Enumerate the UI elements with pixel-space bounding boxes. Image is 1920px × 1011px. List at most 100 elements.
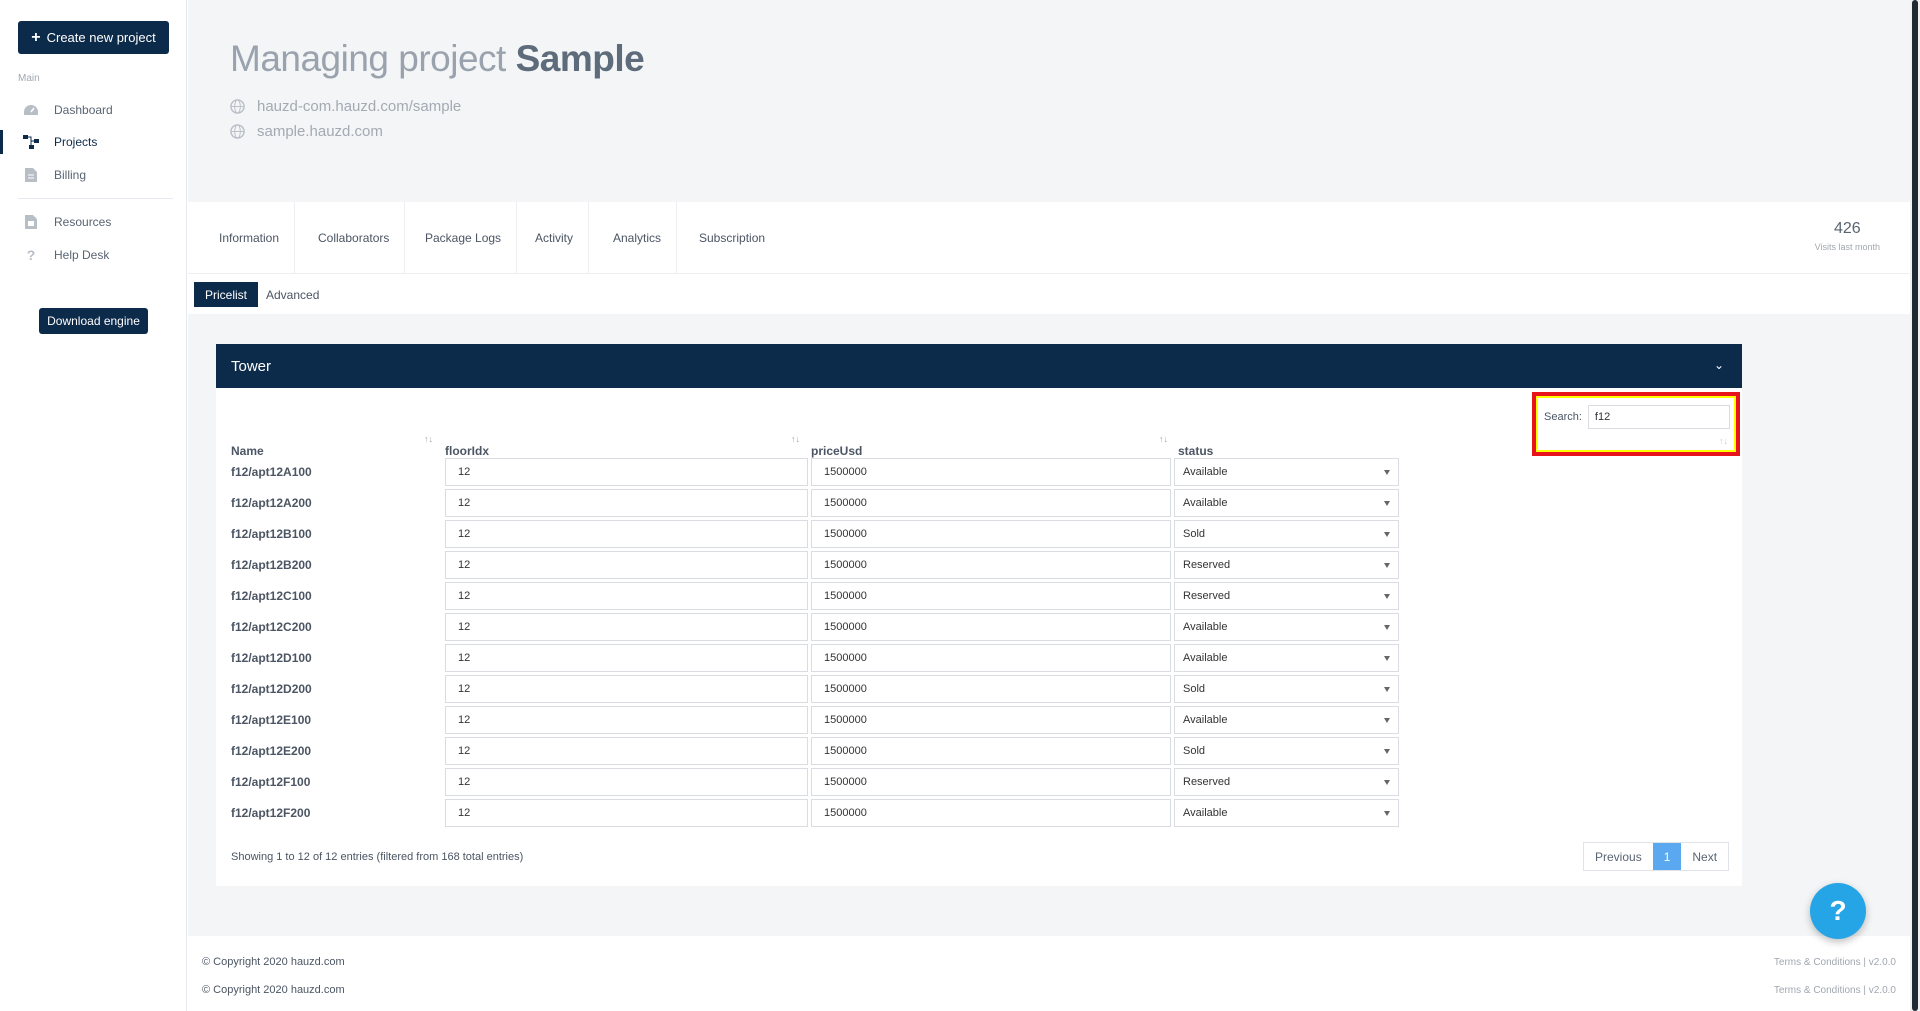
caret-down-icon: [1384, 470, 1390, 475]
status-select[interactable]: Reserved: [1174, 768, 1399, 796]
section-label: Main: [18, 73, 40, 84]
sort-arrows-icon[interactable]: ↑↓: [1159, 434, 1168, 444]
page-button[interactable]: 1: [1652, 843, 1682, 870]
table-row: f12/apt12A100 12 1500000 Available: [216, 456, 1742, 487]
copyright-text: © Copyright 2020 hauzd.com: [202, 956, 345, 968]
floor-input[interactable]: 12: [445, 644, 808, 672]
price-input[interactable]: 1500000: [811, 489, 1171, 517]
tab-subscription[interactable]: Subscription: [684, 202, 780, 274]
status-select[interactable]: Sold: [1174, 737, 1399, 765]
search-input[interactable]: [1587, 405, 1730, 429]
dashboard-icon: [20, 103, 42, 117]
status-select[interactable]: Available: [1174, 799, 1399, 827]
sidebar-item-projects[interactable]: Projects: [0, 127, 187, 157]
project-url[interactable]: sample.hauzd.com: [230, 123, 383, 140]
panel-header[interactable]: Tower ⌄: [216, 344, 1742, 388]
subtab-pricelist[interactable]: Pricelist: [194, 282, 259, 307]
floor-input[interactable]: 12: [445, 768, 808, 796]
project-url[interactable]: hauzd-com.hauzd.com/sample: [230, 98, 461, 115]
price-input[interactable]: 1500000: [811, 737, 1171, 765]
sidebar-item-billing[interactable]: Billing: [0, 160, 187, 190]
price-input[interactable]: 1500000: [811, 768, 1171, 796]
table-row: f12/apt12E200 12 1500000 Sold: [216, 735, 1742, 766]
unit-name: f12/apt12C100: [231, 589, 312, 603]
unit-name: f12/apt12C200: [231, 620, 312, 634]
status-select[interactable]: Sold: [1174, 520, 1399, 548]
caret-down-icon: [1384, 501, 1390, 506]
status-value: Available: [1183, 652, 1228, 664]
status-select[interactable]: Reserved: [1174, 582, 1399, 610]
terms-link[interactable]: Terms & Conditions | v2.0.0: [1774, 957, 1896, 968]
question-icon: ?: [26, 247, 36, 263]
sidebar-item-label: Help Desk: [54, 248, 110, 262]
previous-page-button[interactable]: Previous: [1584, 843, 1653, 870]
floor-input[interactable]: 12: [445, 582, 808, 610]
scrollbar-thumb[interactable]: [1912, 0, 1918, 1011]
download-engine-button[interactable]: Download engine: [39, 308, 148, 334]
tab-analytics[interactable]: Analytics: [598, 202, 678, 274]
pricelist-panel: Tower ⌄ Search: ↑↓ ↑↓ ↑↓ ↑↓ Name floorId…: [216, 344, 1742, 886]
unit-name: f12/apt12D200: [231, 682, 312, 696]
visits-label: Visits last month: [1814, 242, 1880, 252]
floor-input[interactable]: 12: [445, 799, 808, 827]
tab-package-logs[interactable]: Package Logs: [410, 202, 518, 274]
unit-name: f12/apt12E200: [231, 744, 312, 758]
floor-input[interactable]: 12: [445, 706, 808, 734]
caret-down-icon: [1384, 687, 1390, 692]
price-input[interactable]: 1500000: [811, 458, 1171, 486]
floor-input[interactable]: 12: [445, 551, 808, 579]
tab-collaborators[interactable]: Collaborators: [303, 202, 406, 274]
status-select[interactable]: Available: [1174, 613, 1399, 641]
sidebar-item-dashboard[interactable]: Dashboard: [0, 95, 187, 125]
status-select[interactable]: Available: [1174, 644, 1399, 672]
sort-arrows-icon[interactable]: ↑↓: [424, 434, 433, 444]
url-text: hauzd-com.hauzd.com/sample: [257, 98, 462, 115]
table-row: f12/apt12C100 12 1500000 Reserved: [216, 580, 1742, 611]
tab-information[interactable]: Information: [204, 202, 296, 274]
unit-name: f12/apt12A200: [231, 496, 312, 510]
status-select[interactable]: Available: [1174, 706, 1399, 734]
status-select[interactable]: Sold: [1174, 675, 1399, 703]
floor-input[interactable]: 12: [445, 458, 808, 486]
panel-title: Tower: [231, 357, 272, 375]
unit-name: f12/apt12E100: [231, 713, 312, 727]
terms-link[interactable]: Terms & Conditions | v2.0.0: [1774, 985, 1896, 996]
next-page-button[interactable]: Next: [1681, 843, 1728, 870]
status-select[interactable]: Reserved: [1174, 551, 1399, 579]
create-project-button[interactable]: + Create new project: [18, 21, 169, 54]
price-input[interactable]: 1500000: [811, 706, 1171, 734]
table-row: f12/apt12A200 12 1500000 Available: [216, 487, 1742, 518]
floor-input[interactable]: 12: [445, 520, 808, 548]
floor-input[interactable]: 12: [445, 737, 808, 765]
create-project-label: Create new project: [46, 30, 156, 45]
status-value: Available: [1183, 621, 1228, 633]
price-input[interactable]: 1500000: [811, 644, 1171, 672]
price-input[interactable]: 1500000: [811, 613, 1171, 641]
price-input[interactable]: 1500000: [811, 799, 1171, 827]
table-row: f12/apt12B200 12 1500000 Reserved: [216, 549, 1742, 580]
status-value: Sold: [1183, 745, 1206, 757]
price-input[interactable]: 1500000: [811, 582, 1171, 610]
chevron-down-icon[interactable]: ⌄: [1714, 358, 1724, 372]
sort-arrows-icon[interactable]: ↑↓: [791, 434, 800, 444]
floor-input[interactable]: 12: [445, 613, 808, 641]
help-button[interactable]: ?: [1810, 883, 1866, 939]
sidebar-item-resources[interactable]: Resources: [0, 207, 187, 237]
price-input[interactable]: 1500000: [811, 675, 1171, 703]
status-value: Reserved: [1183, 590, 1231, 602]
plus-icon: +: [31, 28, 41, 46]
floor-input[interactable]: 12: [445, 675, 808, 703]
price-input[interactable]: 1500000: [811, 520, 1171, 548]
table-row: f12/apt12C200 12 1500000 Available: [216, 611, 1742, 642]
tab-activity[interactable]: Activity: [520, 202, 590, 274]
status-select[interactable]: Available: [1174, 458, 1399, 486]
floor-input[interactable]: 12: [445, 489, 808, 517]
caret-down-icon: [1384, 811, 1390, 816]
scrollbar[interactable]: [1910, 0, 1920, 1011]
sort-arrows-icon: ↑↓: [1719, 436, 1728, 446]
price-input[interactable]: 1500000: [811, 551, 1171, 579]
subtab-advanced[interactable]: Advanced: [255, 282, 330, 307]
sidebar-item-label: Resources: [54, 215, 112, 229]
sidebar-item-help-desk[interactable]: ? Help Desk: [0, 240, 187, 270]
status-select[interactable]: Available: [1174, 489, 1399, 517]
